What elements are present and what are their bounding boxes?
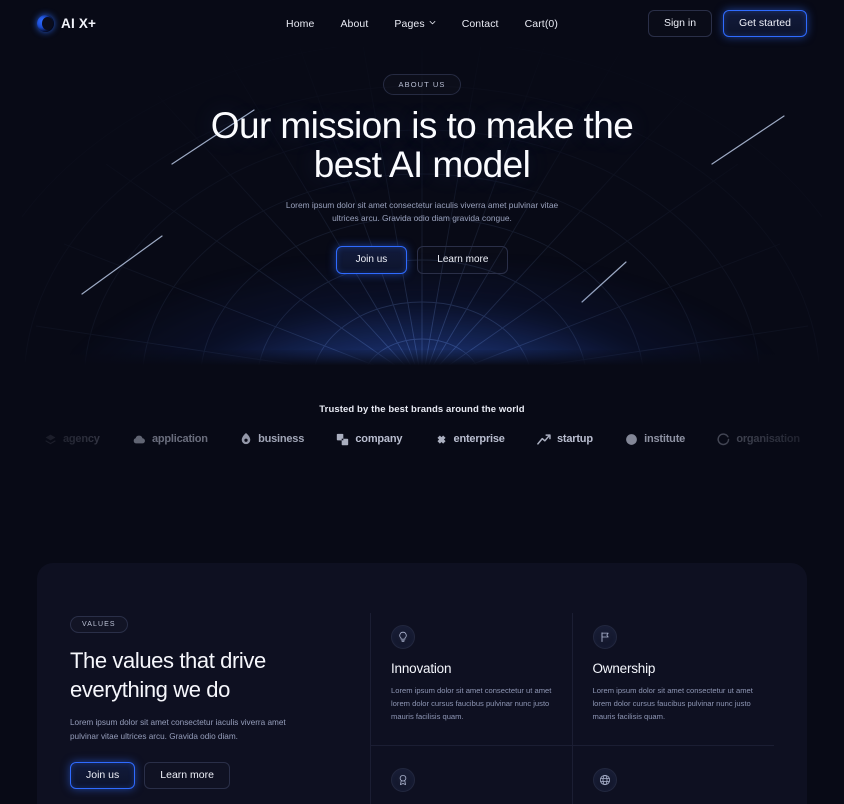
brand-logo-label: application: [151, 433, 208, 445]
diamond-icon: [240, 432, 252, 446]
value-card-title: Innovation: [391, 661, 452, 676]
hero-cta-group: Join us Learn more: [0, 245, 844, 274]
nav-item-home[interactable]: Home: [286, 18, 314, 30]
value-card-commitment: Commitment: [371, 746, 573, 804]
spinner-icon: [717, 432, 730, 446]
brand-logo-label: business: [258, 433, 305, 445]
value-card-innovation: Innovation Lorem ipsum dolor sit amet co…: [371, 613, 573, 747]
layers-icon: [44, 433, 57, 446]
header-actions: Sign in Get started: [577, 10, 807, 37]
nav-item-pages[interactable]: Pages: [394, 17, 436, 30]
about-us-badge: ABOUT US: [383, 74, 461, 95]
nav-item-contact[interactable]: Contact: [462, 18, 499, 30]
hero-title-line-2: best AI model: [313, 143, 531, 185]
site-header: AI X+ Home About Pages Contact Cart(0) S…: [0, 0, 844, 47]
medal-icon: [391, 768, 415, 793]
value-card-openness: Openness: [573, 746, 775, 804]
hero-join-us-button[interactable]: Join us: [335, 245, 408, 274]
brand-logo-organisation: organisation: [717, 432, 800, 446]
values-learn-more-button[interactable]: Learn more: [144, 762, 230, 789]
values-badge: VALUES: [70, 616, 128, 633]
brand-logo-label: agency: [63, 433, 100, 445]
main-nav: Home About Pages Contact Cart(0): [267, 18, 577, 30]
nav-label: Home: [286, 17, 315, 30]
nav-label: About: [340, 17, 369, 30]
brand-logo-row: agency application business company ente…: [0, 432, 844, 446]
get-started-button[interactable]: Get started: [723, 10, 807, 37]
value-card-title: Ownership: [592, 661, 656, 676]
values-title-line-1: The values that drive: [70, 648, 266, 673]
moon-circle-icon: [625, 433, 638, 446]
values-title-line-2: everything we do: [70, 676, 230, 702]
value-card-text: Lorem ipsum dolor sit amet consectetur u…: [592, 686, 753, 722]
brand-logo-agency: agency: [44, 433, 100, 446]
brand-logo-business: business: [240, 432, 304, 446]
page-root: AI X+ Home About Pages Contact Cart(0) S…: [0, 0, 844, 804]
page-title: Our mission is to make the best AI model: [0, 105, 844, 185]
values-join-us-button[interactable]: Join us: [70, 762, 136, 789]
nav-label: Cart(0): [524, 17, 558, 30]
hero-subtitle: Lorem ipsum dolor sit amet consectetur i…: [285, 199, 559, 224]
values-subtitle: Lorem ipsum dolor sit amet consectetur i…: [70, 718, 286, 742]
values-intro: VALUES The values that drive everything …: [70, 613, 370, 804]
hero-content: ABOUT US Our mission is to make the best…: [0, 47, 844, 274]
nav-item-about[interactable]: About: [340, 18, 368, 30]
values-section: VALUES The values that drive everything …: [37, 563, 807, 804]
squares-icon: [336, 433, 349, 446]
nav-label: Pages: [394, 17, 425, 30]
nav-label: Contact: [461, 17, 499, 30]
brand-logo-label: company: [355, 433, 403, 445]
brand-logo-label: enterprise: [453, 433, 505, 445]
sign-in-button[interactable]: Sign in: [647, 10, 713, 37]
nav-item-cart[interactable]: Cart(0): [525, 18, 558, 30]
globe-icon: [592, 768, 617, 793]
values-cta-group: Join us Learn more: [70, 762, 350, 789]
brand-name: AI X+: [61, 16, 97, 31]
lightbulb-icon: [391, 625, 415, 649]
brand-logo-company: company: [336, 433, 402, 446]
value-card-ownership: Ownership Lorem ipsum dolor sit amet con…: [572, 613, 774, 747]
hero-floor-fade: [0, 350, 844, 372]
trend-up-icon: [537, 433, 551, 446]
hero-learn-more-button[interactable]: Learn more: [417, 245, 509, 274]
chevron-down-icon: [429, 19, 436, 26]
puzzle-icon: [435, 433, 448, 446]
hero-title-line-1: Our mission is to make the: [210, 105, 634, 146]
brand-logo[interactable]: AI X+: [37, 15, 267, 32]
brand-logo-label: startup: [556, 433, 593, 445]
value-card-text: Lorem ipsum dolor sit amet consectetur u…: [391, 686, 552, 722]
trusted-by-title: Trusted by the best brands around the wo…: [319, 404, 525, 415]
brand-logo-enterprise: enterprise: [435, 433, 505, 446]
values-title: The values that drive everything we do: [70, 647, 350, 704]
brand-logo-startup: startup: [537, 433, 593, 446]
flag-icon: [592, 625, 617, 649]
brand-logo-application: application: [132, 433, 208, 446]
brand-logo-label: organisation: [736, 433, 800, 445]
brand-logo-label: institute: [644, 433, 686, 445]
cloud-icon: [132, 433, 146, 446]
values-inner: VALUES The values that drive everything …: [37, 563, 807, 804]
brand-logo-institute: institute: [625, 433, 685, 446]
trusted-by-section: Trusted by the best brands around the wo…: [0, 372, 844, 446]
values-card-grid: Innovation Lorem ipsum dolor sit amet co…: [370, 613, 774, 804]
sphere-logo-icon: [37, 15, 54, 32]
hero-section: ABOUT US Our mission is to make the best…: [0, 47, 844, 372]
